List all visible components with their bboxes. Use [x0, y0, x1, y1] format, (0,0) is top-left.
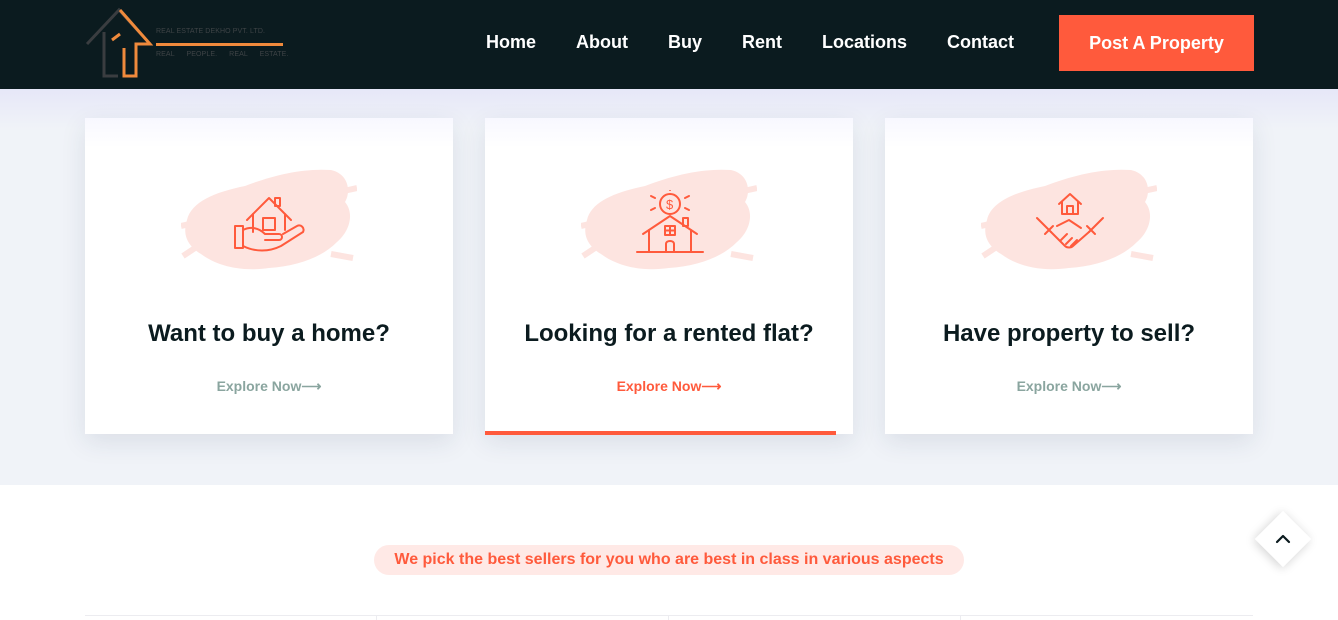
explore-now-link[interactable]: Explore Now⟶: [885, 378, 1253, 395]
svg-text:$: $: [666, 197, 674, 212]
nav-rent[interactable]: Rent: [742, 32, 782, 53]
stats-row-divider: [85, 615, 1253, 620]
section-tagline-pill: We pick the best sellers for you who are…: [374, 545, 964, 575]
arrow-right-icon: ⟶: [701, 378, 722, 394]
nav-locations[interactable]: Locations: [822, 32, 907, 53]
arrow-right-icon: ⟶: [301, 378, 322, 394]
explore-now-link[interactable]: Explore Now⟶: [85, 378, 453, 395]
service-card-sell[interactable]: Have property to sell? Explore Now⟶: [885, 118, 1253, 434]
nav-home[interactable]: Home: [486, 32, 536, 53]
nav-contact[interactable]: Contact: [947, 32, 1014, 53]
arrow-right-icon: ⟶: [1101, 378, 1122, 394]
service-card-rent[interactable]: $ Looking for a rented flat? Explore Now…: [485, 118, 853, 435]
nav-about[interactable]: About: [576, 32, 628, 53]
service-card-buy[interactable]: Want to buy a home? Explore Now⟶: [85, 118, 453, 434]
nav-buy[interactable]: Buy: [668, 32, 702, 53]
explore-now-link[interactable]: Explore Now⟶: [485, 378, 853, 395]
active-card-indicator: [485, 431, 836, 435]
card-title: Looking for a rented flat?: [524, 320, 814, 347]
chevron-up-icon: [1275, 534, 1291, 544]
card-title: Want to buy a home?: [148, 320, 390, 347]
post-property-button[interactable]: Post A Property: [1059, 15, 1254, 71]
card-title: Have property to sell?: [942, 320, 1196, 347]
site-header: REAL ESTATE DEKHO PVT. LTD. REAL PEOPLE.…: [0, 0, 1338, 89]
home-in-hand-icon: [234, 197, 305, 252]
handshake-house-icon: [1036, 193, 1104, 249]
scroll-to-top-button[interactable]: [1254, 510, 1312, 568]
house-dollar-icon: $: [636, 190, 704, 253]
